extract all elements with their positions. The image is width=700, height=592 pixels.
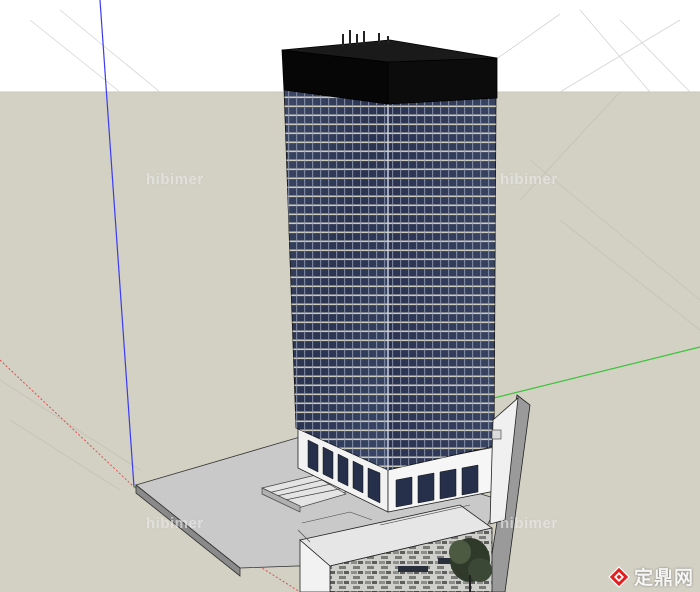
sketchup-viewport[interactable]: hibimer hibimer hibimer hibimer 定鼎网: [0, 0, 700, 592]
tower-right-floors: [388, 96, 496, 470]
model-scene[interactable]: [0, 0, 700, 592]
brand-watermark: 定鼎网: [608, 563, 694, 590]
wing-emblem: [491, 429, 502, 440]
roof-crown-right: [387, 57, 498, 105]
brand-name: 定鼎网: [633, 567, 694, 589]
tower-left-floors: [284, 88, 388, 470]
ding-logo-icon: [608, 565, 630, 588]
